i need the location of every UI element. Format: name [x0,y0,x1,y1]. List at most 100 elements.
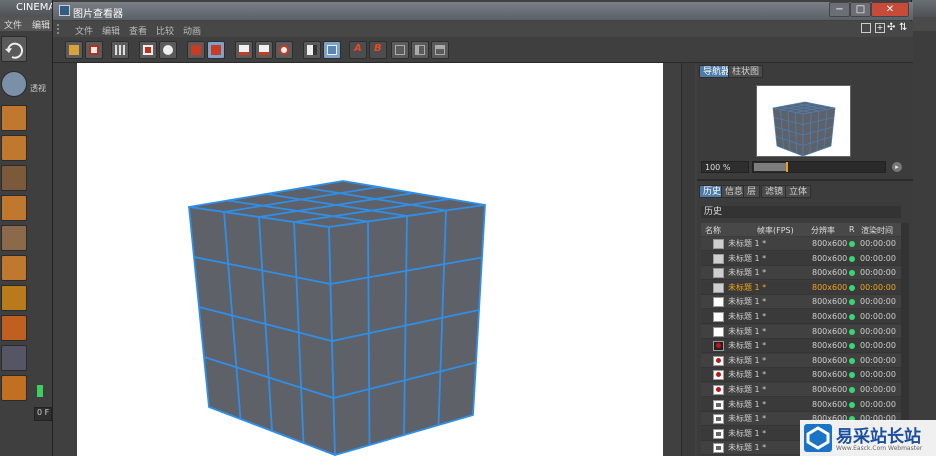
history-row[interactable]: 未标题 1 * 800x600 00:00:00 [701,397,901,412]
layout-1-icon[interactable] [411,41,429,59]
row-thumbnail [713,253,724,264]
magnet-icon[interactable] [1,315,27,341]
point-icon[interactable] [1,195,27,221]
compare-active-icon[interactable] [323,41,341,59]
history-row[interactable]: 未标题 1 * 800x600 00:00:00 [701,237,901,251]
app-menu-file[interactable]: 文件 [4,18,22,31]
status-dot [849,357,855,364]
checker-icon[interactable] [1,135,27,161]
menu-animation[interactable]: 动画 [183,24,201,37]
row-name: 未标题 1 * [728,428,767,438]
status-dot [849,372,855,379]
camera-3-icon[interactable] [275,41,293,59]
history-row[interactable]: 未标题 1 * 800x600 00:00:00 [701,368,901,383]
menu-file[interactable]: 文件 [75,24,93,37]
col-render-time[interactable]: 渲染时间 [861,225,893,236]
render-active-icon[interactable] [207,41,225,59]
col-name[interactable]: 名称 [705,225,721,236]
split-view-icon[interactable] [391,41,409,59]
polygon-icon[interactable] [1,255,27,281]
cube-render [188,180,486,456]
zoom-slider[interactable] [752,161,886,173]
row-name: 未标题 1 * [728,326,767,336]
axis-icon[interactable] [1,285,27,311]
menu-edit[interactable]: 编辑 [102,24,120,37]
globe-icon[interactable] [1,71,27,97]
history-row[interactable]: 未标题 1 * 800x600 00:00:00 [701,251,901,266]
history-row[interactable]: 未标题 1 * 800x600 00:00:00 [701,353,901,368]
history-row[interactable]: 未标题 1 * 800x600 00:00:00 [701,324,901,339]
app-menu: 文件 编辑 [0,17,52,31]
snap-icon[interactable] [1,375,27,401]
divider [697,179,913,181]
row-thumbnail [713,297,724,308]
minimize-button[interactable]: − [829,2,850,17]
history-row[interactable]: 未标题 1 * 800x600 00:00:00 [701,310,901,324]
tab-filter[interactable]: 滤镜 [761,185,788,198]
navigator-preview[interactable] [756,85,851,157]
tab-stereo[interactable]: 立体 [785,185,812,198]
row-resolution: 800x600 [812,268,848,278]
compare-ab-icon[interactable] [303,41,321,59]
person-icon[interactable] [159,41,177,59]
menu-compare[interactable]: 比较 [156,24,174,37]
film-strip-icon[interactable] [111,41,129,59]
history-row[interactable]: 未标题 1 * 800x600 00:00:00 [701,266,901,281]
canvas-scrollbar[interactable] [681,63,695,456]
close-button[interactable]: ✕ [871,2,909,17]
col-r[interactable]: R [849,225,855,234]
camera-2-icon[interactable] [255,41,273,59]
window-titlebar[interactable]: 图片查看器 − □ ✕ [53,2,913,20]
row-resolution: 800x600 [812,312,848,321]
camera-1-icon[interactable] [235,41,253,59]
open-file-icon[interactable] [65,41,83,59]
row-render-time: 00:00:00 [860,385,896,394]
row-name: 未标题 1 * [728,399,767,409]
move-icon[interactable]: ✣ [887,22,895,33]
edge-icon[interactable] [1,225,27,251]
maximize-button[interactable]: □ [850,2,871,17]
app-menu-edit[interactable]: 编辑 [32,18,50,31]
history-row[interactable]: 未标题 1 * 800x600 00:00:00 [701,295,901,310]
row-name: 未标题 1 * [728,341,767,351]
panel-layout-icon[interactable] [861,23,871,33]
zoom-field[interactable]: 100 % [701,161,749,173]
row-resolution: 800x600 [812,355,848,365]
row-resolution: 800x600 [812,341,848,351]
status-dot [849,343,855,350]
frame-counter[interactable]: 0 F [34,407,52,421]
status-dot [849,314,855,320]
status-dot [849,284,855,291]
tab-histogram[interactable]: 柱状图 [728,65,764,78]
status-dot [849,255,855,262]
grip-icon [57,24,65,34]
history-row[interactable]: 未标题 1 * 800x600 00:00:00 [701,339,901,354]
sort-icon[interactable]: ⇅ [899,22,907,33]
frame-icon[interactable] [139,41,157,59]
viewer-icon [59,5,70,16]
row-resolution: 800x600 [812,297,848,307]
image-canvas[interactable] [77,63,663,456]
channel-b-icon[interactable]: B [369,41,387,59]
lock-grid-icon[interactable] [1,345,27,371]
cube-icon[interactable] [1,105,27,131]
save-icon[interactable] [85,41,103,59]
menu-view[interactable]: 查看 [129,24,147,37]
history-row[interactable]: 未标题 1 * 800x600 00:00:00 [701,280,901,295]
status-dot [849,328,855,335]
zoom-slider-handle[interactable] [785,162,788,172]
col-fps[interactable]: 帧率(FPS) [757,225,794,236]
row-thumbnail [713,326,724,337]
layout-2-icon[interactable] [431,41,449,59]
render-red-icon[interactable] [187,41,205,59]
col-resolution[interactable]: 分辨率 [811,225,835,236]
row-resolution: 800x600 [812,239,848,248]
watermark-logo [804,424,832,452]
zoom-arrow-icon[interactable]: ▸ [892,162,902,172]
grid-icon[interactable] [1,165,27,191]
undo-icon[interactable] [1,36,27,62]
tab-layer[interactable]: 层 [743,185,761,198]
history-row[interactable]: 未标题 1 * 800x600 00:00:00 [701,383,901,397]
channel-a-icon[interactable]: A [349,41,367,59]
row-resolution: 800x600 [812,282,848,292]
